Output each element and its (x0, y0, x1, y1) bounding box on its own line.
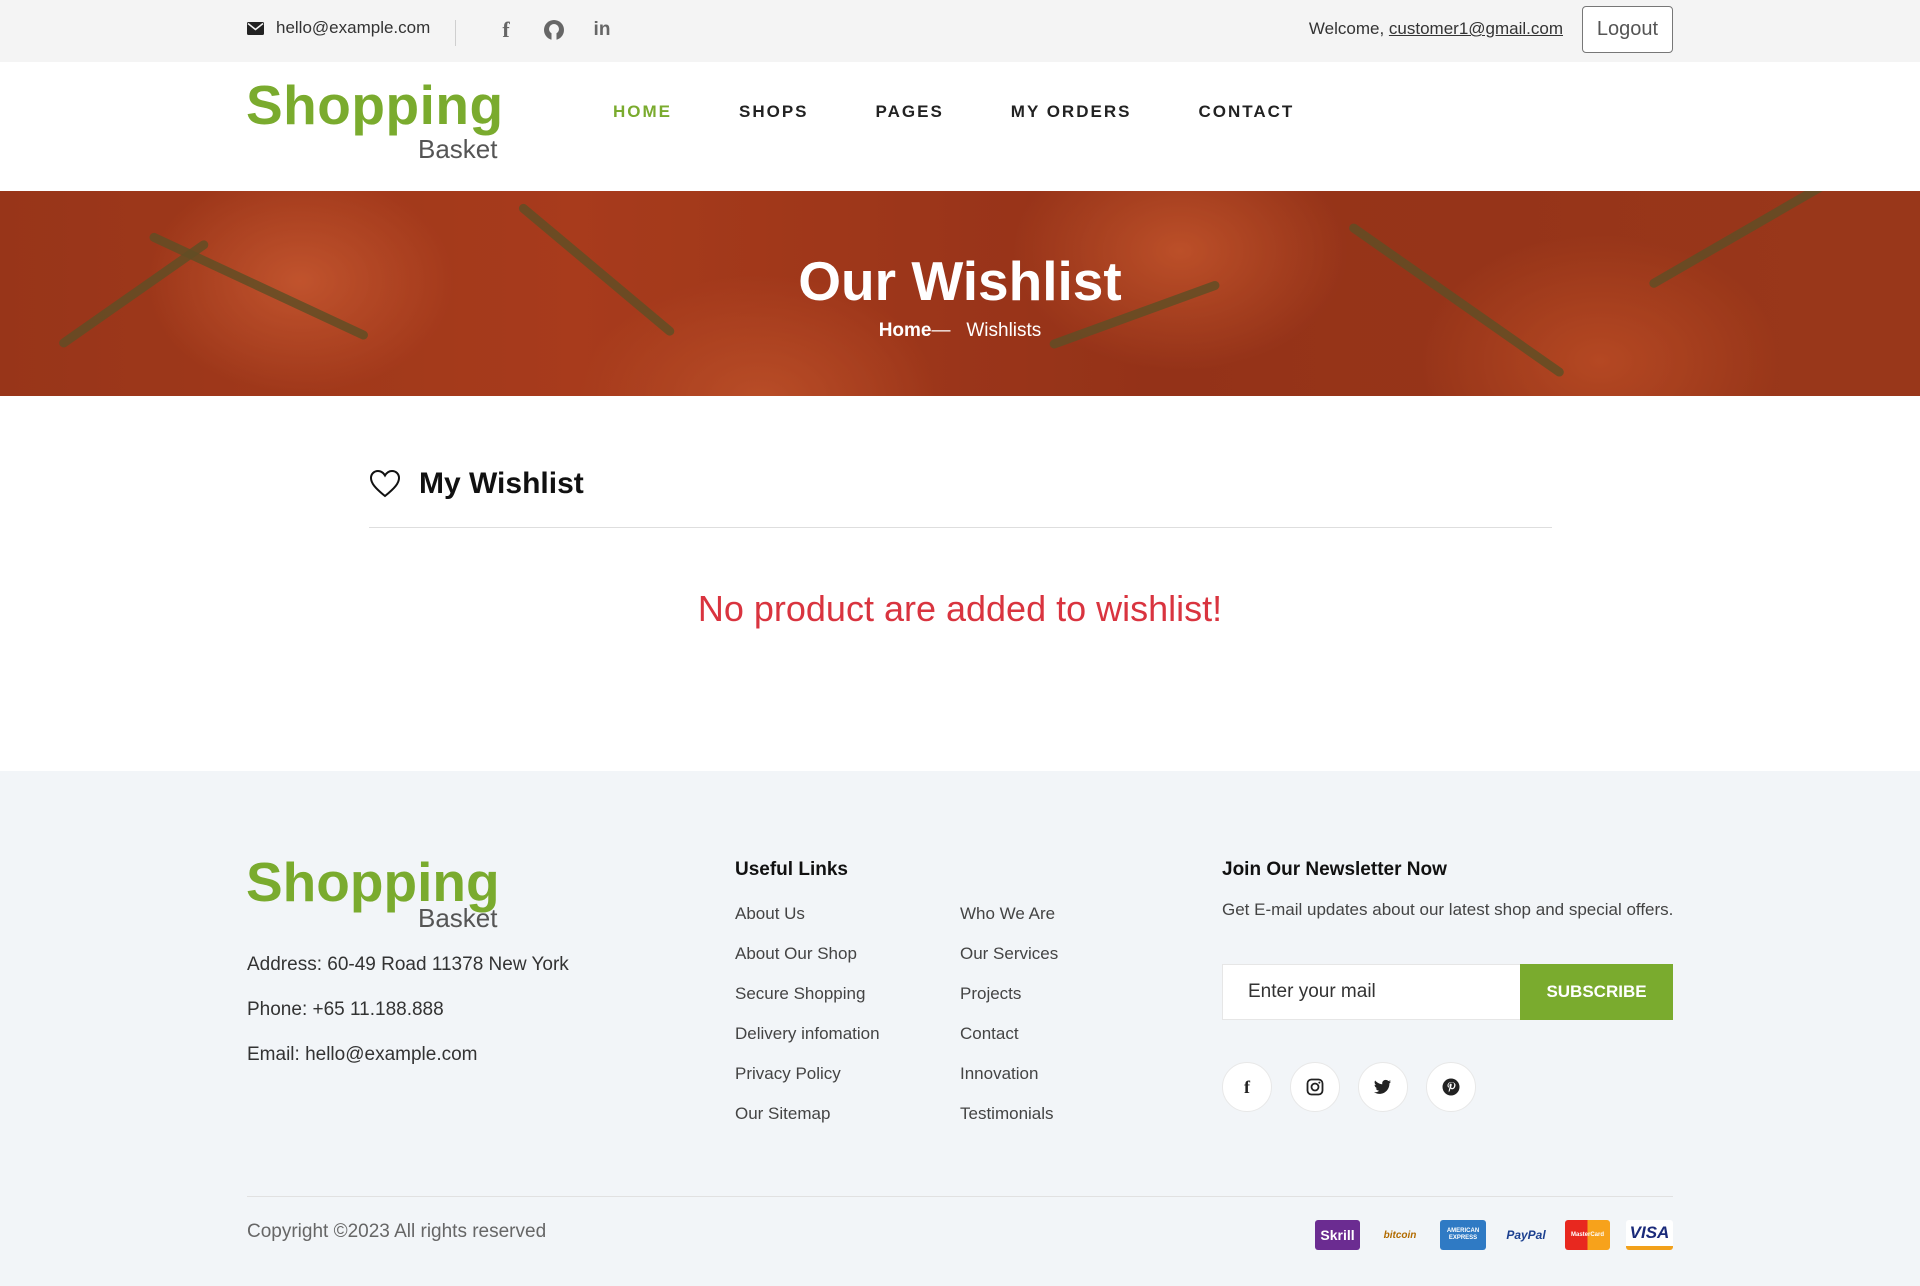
footer-link[interactable]: About Us (735, 904, 805, 924)
top-bar: hello@example.com f in Welcome, customer… (0, 0, 1920, 62)
footer-logo[interactable]: Shopping Basket (246, 855, 506, 935)
footer-address: Address: 60-49 Road 11378 New York (247, 954, 569, 975)
facebook-icon[interactable]: f (1222, 1062, 1272, 1112)
empty-wishlist-message: No product are added to wishlist! (697, 588, 1223, 629)
footer-link[interactable]: Testimonials (960, 1104, 1054, 1124)
main-nav: HOME SHOPS PAGES MY ORDERS CONTACT (613, 102, 1361, 122)
wishlist-heading: My Wishlist (419, 467, 584, 500)
twitter-icon[interactable] (1358, 1062, 1408, 1112)
footer-link[interactable]: Who We Are (960, 904, 1055, 924)
nav-contact[interactable]: CONTACT (1198, 102, 1294, 122)
mastercard-icon: MasterCard (1565, 1220, 1610, 1250)
bitcoin-icon: bitcoin (1383, 1229, 1417, 1241)
breadcrumb-home[interactable]: Home (879, 320, 932, 341)
contact-email-text: hello@example.com (276, 18, 431, 37)
footer-link[interactable]: Our Sitemap (735, 1104, 830, 1124)
page-banner: Our Wishlist Home— Wishlists (0, 191, 1920, 396)
footer-divider (247, 1196, 1673, 1197)
logo-text: Shopping (246, 74, 504, 136)
site-footer: Shopping Basket Address: 60-49 Road 1137… (0, 771, 1920, 1286)
footer-phone: Phone: +65 11.188.888 (247, 999, 444, 1020)
newsletter-description: Get E-mail updates about our latest shop… (1222, 900, 1674, 919)
footer-link[interactable]: Innovation (960, 1064, 1038, 1084)
heart-icon (369, 469, 401, 498)
pinterest-icon[interactable] (1426, 1062, 1476, 1112)
footer-link[interactable]: Delivery infomation (735, 1024, 880, 1044)
instagram-icon[interactable] (1290, 1062, 1340, 1112)
footer-link[interactable]: Privacy Policy (735, 1064, 841, 1084)
topbar-divider (455, 20, 456, 46)
nav-shops[interactable]: SHOPS (739, 102, 809, 122)
amex-icon: AMERICAN EXPRESS (1440, 1220, 1486, 1250)
footer-logo-text: Shopping (246, 851, 500, 913)
breadcrumb: Home— Wishlists (0, 320, 1920, 342)
useful-links-title: Useful Links (735, 859, 848, 880)
paypal-icon: PayPal (1506, 1228, 1546, 1242)
topbar-socials: f in (494, 17, 614, 42)
subscribe-button[interactable]: SUBSCRIBE (1520, 964, 1673, 1020)
contact-email[interactable]: hello@example.com (247, 18, 430, 38)
logout-button[interactable]: Logout (1582, 6, 1673, 53)
skrill-icon: Skrill (1315, 1220, 1360, 1250)
logo-subtext: Basket (418, 134, 498, 164)
user-email-link[interactable]: customer1@gmail.com (1389, 19, 1563, 38)
newsletter-email-input[interactable]: Enter your mail (1222, 964, 1520, 1020)
nav-my-orders[interactable]: MY ORDERS (1011, 102, 1132, 122)
site-logo[interactable]: Shopping Basket (246, 78, 506, 168)
footer-link[interactable]: Contact (960, 1024, 1019, 1044)
nav-pages[interactable]: PAGES (876, 102, 944, 122)
welcome-label: Welcome, (1308, 19, 1385, 38)
nav-home[interactable]: HOME (613, 102, 672, 122)
page-title: Our Wishlist (798, 250, 1122, 312)
linkedin-icon[interactable]: in (590, 18, 614, 42)
welcome-text: Welcome, customer1@gmail.com (1309, 19, 1563, 39)
wishlist-divider (369, 527, 1552, 528)
facebook-icon[interactable]: f (494, 17, 518, 42)
footer-email: Email: hello@example.com (247, 1044, 478, 1065)
footer-logo-subtext: Basket (418, 903, 498, 933)
footer-link[interactable]: About Our Shop (735, 944, 857, 964)
copyright-text: Copyright ©2023 All rights reserved (247, 1221, 547, 1242)
footer-link[interactable]: Secure Shopping (735, 984, 865, 1004)
newsletter-title: Join Our Newsletter Now (1222, 859, 1447, 880)
breadcrumb-separator: — (931, 320, 951, 341)
visa-icon: VISA (1626, 1220, 1673, 1250)
envelope-icon (247, 21, 264, 35)
footer-link[interactable]: Projects (960, 984, 1021, 1004)
wishlist-header: My Wishlist (369, 467, 584, 501)
footer-link[interactable]: Our Services (960, 944, 1058, 964)
github-icon[interactable] (542, 18, 566, 42)
site-header: Shopping Basket HOME SHOPS PAGES MY ORDE… (0, 62, 1920, 191)
breadcrumb-current: Wishlists (966, 320, 1042, 341)
